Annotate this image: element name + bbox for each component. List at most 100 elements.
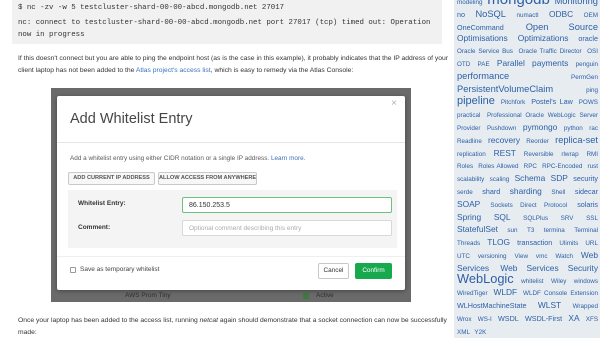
cancel-button[interactable]: Cancel — [318, 263, 349, 279]
tag-link[interactable]: Watch — [555, 253, 573, 260]
tag-link[interactable]: rac — [589, 125, 598, 132]
tag-link[interactable]: REST — [494, 148, 516, 158]
tag-link[interactable]: penguin — [576, 61, 598, 68]
tag-link[interactable]: replication — [457, 151, 486, 158]
temporary-whitelist-label[interactable]: Save as temporary whitelist — [80, 265, 159, 275]
tag-link[interactable]: SQLPlus — [523, 215, 548, 222]
tag-link[interactable]: oracle — [578, 34, 598, 43]
tag-link[interactable]: Reorder — [526, 138, 549, 145]
confirm-button[interactable]: Confirm — [355, 263, 392, 279]
tag-link[interactable]: serde — [457, 189, 473, 196]
tag-link[interactable]: Oracle Traffic Director — [518, 48, 581, 55]
tag-link[interactable]: Roles — [457, 163, 473, 170]
tag-link[interactable]: Web Services Security — [500, 263, 598, 273]
tag-link[interactable]: Provider — [457, 125, 480, 132]
tag-link[interactable]: OSI — [587, 48, 598, 55]
tag-link[interactable]: T3 — [527, 227, 534, 234]
tag-link[interactable]: RPC-Encoded — [542, 163, 582, 170]
tag-link[interactable]: sharding — [510, 186, 542, 196]
tag-link[interactable]: mongodb — [487, 0, 550, 8]
tag-link[interactable]: security — [573, 174, 598, 183]
tag-link[interactable]: SRV — [561, 215, 574, 222]
tag-link[interactable]: Sockets Direct Protocol — [490, 202, 567, 209]
tag-link[interactable]: SSL — [586, 215, 598, 222]
tag-link[interactable]: rlwrap — [561, 151, 578, 158]
tag-link[interactable]: Monitoring — [555, 0, 598, 6]
tag-link[interactable]: Shell — [551, 189, 565, 196]
tag-link[interactable]: ODBC — [549, 9, 573, 19]
tag-link[interactable]: windows — [574, 278, 598, 285]
tag-link[interactable]: no — [457, 10, 465, 19]
tag-link[interactable]: pymongo — [523, 122, 557, 132]
tag-link[interactable]: Threads — [457, 240, 480, 247]
tag-link[interactable]: XA — [568, 313, 579, 323]
tag-link[interactable]: OEM — [584, 12, 598, 19]
tag-link[interactable]: OTD — [457, 61, 470, 68]
tag-link[interactable]: numactl — [516, 12, 538, 19]
tag-link[interactable]: Spring — [457, 212, 481, 222]
tag-link[interactable]: recovery — [488, 135, 520, 145]
tag-link[interactable]: scaling — [490, 176, 510, 183]
tag-link[interactable]: Reversible — [524, 151, 554, 158]
tag-link[interactable]: pipeline — [457, 95, 495, 107]
tag-link[interactable]: URL — [585, 240, 598, 247]
tag-link[interactable]: NoSQL — [475, 9, 506, 19]
tag-link[interactable]: solaris — [577, 200, 598, 209]
tag-link[interactable]: scalability — [457, 176, 484, 183]
tag-link[interactable]: Schema — [515, 173, 546, 183]
learn-more-link[interactable]: Learn more. — [271, 155, 305, 162]
tag-link[interactable]: PAE — [478, 61, 490, 68]
tag-link[interactable]: StatefulSet — [457, 224, 498, 234]
tag-link[interactable]: SQL — [494, 212, 511, 222]
tag-link[interactable]: WiredTiger — [457, 290, 488, 297]
tag-link[interactable]: payments — [532, 58, 568, 68]
tag-link[interactable]: RPC — [524, 163, 537, 170]
access-list-link[interactable]: Atlas project's access list — [136, 67, 211, 74]
tag-link[interactable]: Pitchfork — [501, 99, 526, 106]
tag-link[interactable]: rust — [587, 163, 598, 170]
tag-link[interactable]: Wrapped — [573, 303, 598, 310]
comment-input[interactable] — [182, 220, 392, 236]
tag-link[interactable]: Terminal — [574, 227, 598, 234]
tag-link[interactable]: WS-I — [478, 316, 492, 323]
tag-link[interactable]: termina — [544, 227, 565, 234]
tag-link[interactable]: Open Source — [526, 22, 598, 32]
tag-link[interactable]: modeling — [457, 0, 483, 6]
tag-link[interactable]: vmc — [536, 253, 548, 260]
tag-link[interactable]: TLOG — [487, 237, 510, 247]
tag-link[interactable]: Professional Oracle WebLogic Server — [487, 112, 598, 119]
tag-link[interactable]: Roles Allowed — [478, 163, 518, 170]
tag-link[interactable]: replica-set — [555, 135, 598, 145]
tag-link[interactable]: OneCommand — [457, 23, 504, 32]
tag-link[interactable]: WLHostMachineState — [457, 301, 527, 310]
tag-link[interactable]: transaction — [517, 238, 552, 247]
tag-link[interactable]: SOAP — [457, 199, 480, 209]
tag-link[interactable]: performance — [457, 71, 509, 81]
tag-link[interactable]: whitelist — [521, 278, 543, 285]
tag-link[interactable]: RMI — [586, 151, 598, 158]
tag-link[interactable]: View — [514, 253, 528, 260]
tag-link[interactable]: Postel's Law — [531, 97, 573, 106]
tag-link[interactable]: XFS — [586, 316, 598, 323]
tag-link[interactable]: WSDL-First — [525, 314, 562, 323]
tag-link[interactable]: Y2K — [474, 329, 486, 336]
tag-link[interactable]: Oracle Service Bus — [457, 48, 513, 55]
tag-link[interactable]: XML — [457, 329, 470, 336]
tag-link[interactable]: WebLogic — [457, 271, 514, 286]
tag-link[interactable]: Parallel — [497, 58, 525, 68]
tag-link[interactable]: Wrox — [457, 316, 472, 323]
add-current-ip-button[interactable]: ADD CURRENT IP ADDRESS — [68, 172, 155, 185]
tag-link[interactable]: POWS — [579, 99, 598, 106]
tag-link[interactable]: Ulimits — [559, 240, 578, 247]
tag-link[interactable]: Readline — [457, 138, 482, 145]
tag-link[interactable]: SDP — [551, 173, 568, 183]
tag-link[interactable]: WLDF Console Extension — [523, 290, 598, 297]
tag-link[interactable]: Optimisations — [457, 33, 508, 43]
tag-link[interactable]: WLST — [538, 300, 561, 310]
tag-link[interactable]: Pushdown — [487, 125, 516, 132]
tag-link[interactable]: PermGen — [571, 74, 598, 81]
tag-link[interactable]: PersistentVolumeClaim — [457, 84, 553, 94]
whitelist-entry-input[interactable] — [182, 197, 392, 213]
tag-link[interactable]: WSDL — [498, 314, 519, 323]
tag-link[interactable]: ping — [586, 87, 598, 94]
